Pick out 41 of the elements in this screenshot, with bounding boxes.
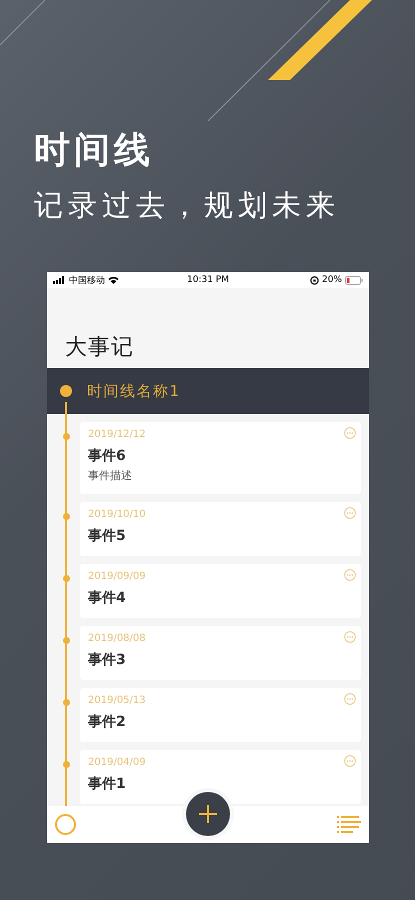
timeline-dot-icon (60, 385, 72, 397)
status-time: 10:31 PM (187, 275, 229, 285)
event-card[interactable]: 2019/10/10 事件5 (80, 502, 361, 556)
event-date: 2019/10/10 (88, 508, 146, 522)
event-card[interactable]: 2019/09/09 事件4 (80, 564, 361, 618)
page-title: 大事记 (65, 334, 134, 362)
promo-title: 时间线 (34, 129, 155, 173)
battery-percent: 20% (322, 275, 342, 285)
event-title: 事件1 (88, 775, 126, 794)
event-date: 2019/04/09 (88, 756, 146, 770)
event-description: 事件描述 (88, 468, 132, 484)
add-button[interactable] (186, 792, 230, 836)
rotation-lock-icon (310, 276, 319, 284)
event-card[interactable]: 2019/05/13 事件2 (80, 688, 361, 742)
more-icon[interactable] (344, 427, 356, 439)
event-date: 2019/08/08 (88, 632, 146, 646)
carrier-name: 中国移动 (69, 274, 105, 286)
event-title: 事件6 (88, 447, 126, 466)
event-date: 2019/09/09 (88, 570, 146, 584)
event-title: 事件2 (88, 713, 126, 732)
event-title: 事件5 (88, 527, 126, 546)
wifi-icon (108, 276, 119, 284)
more-icon[interactable] (344, 569, 356, 581)
event-card[interactable]: 2019/12/12 事件6 事件描述 (80, 422, 361, 494)
more-icon[interactable] (344, 507, 356, 519)
list-icon[interactable] (337, 816, 361, 833)
plus-icon (198, 804, 218, 824)
more-icon[interactable] (344, 755, 356, 767)
more-icon[interactable] (344, 631, 356, 643)
event-card[interactable]: 2019/08/08 事件3 (80, 626, 361, 680)
ring-icon (55, 814, 76, 835)
timeline-header[interactable]: 时间线名称1 (47, 368, 369, 414)
event-title: 事件4 (88, 589, 126, 608)
more-icon[interactable] (344, 693, 356, 705)
battery-icon (345, 276, 363, 284)
event-date: 2019/05/13 (88, 694, 146, 708)
promo-subtitle: 记录过去，规划未来 (34, 187, 341, 224)
event-title: 事件3 (88, 651, 126, 670)
event-card[interactable]: 2019/04/09 事件1 (80, 750, 361, 804)
signal-icon (53, 276, 66, 284)
event-date: 2019/12/12 (88, 428, 146, 442)
